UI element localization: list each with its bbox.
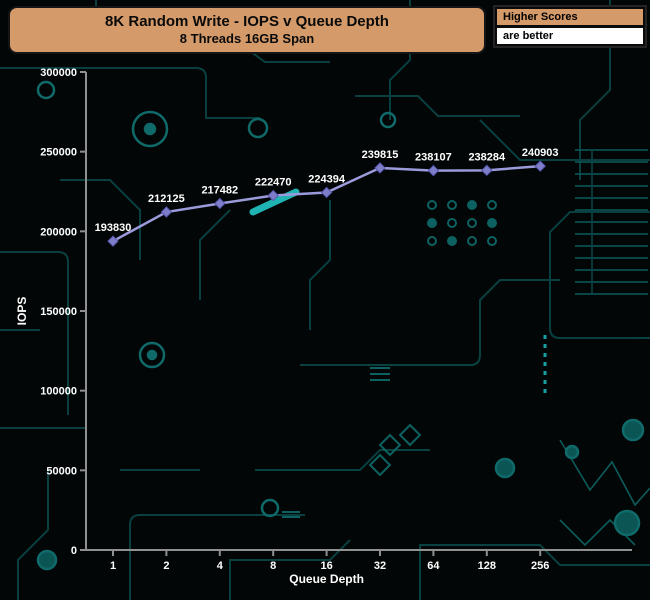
data-point-label: 212125: [148, 193, 185, 205]
y-tick-label: 150000: [40, 306, 77, 318]
iops-line-chart: 0 50000 100000 150000 200000 250000 300000 1 2 4 8…: [0, 0, 650, 600]
data-point-marker: [268, 191, 278, 201]
x-tick-label: 8: [270, 560, 276, 572]
x-tick-label: 2: [163, 560, 169, 572]
x-tick-label: 4: [217, 560, 224, 572]
data-point-label: 238107: [415, 152, 452, 164]
y-tick-label: 250000: [40, 147, 77, 159]
data-point-marker: [535, 161, 545, 171]
data-point-marker: [108, 236, 118, 246]
x-tick-label: 256: [531, 560, 549, 572]
legend-are-better: are better: [497, 28, 643, 44]
data-point-marker: [161, 207, 171, 217]
chart-subtitle: 8 Threads 16GB Span: [180, 31, 314, 47]
y-tick-label: 0: [71, 545, 77, 557]
data-point-label: 240903: [522, 147, 559, 159]
chart-page: 0 50000 100000 150000 200000 250000 300000 1 2 4 8…: [0, 0, 650, 600]
data-point-marker: [375, 163, 385, 173]
y-tick-label: 50000: [46, 465, 77, 477]
data-point-marker: [215, 198, 225, 208]
y-axis-title: IOPS: [15, 297, 29, 326]
x-tick-label: 32: [374, 560, 386, 572]
legend-box: Higher Scores are better: [493, 5, 647, 48]
chart-title: 8K Random Write - IOPS v Queue Depth: [105, 13, 389, 32]
x-tick-label: 64: [427, 560, 440, 572]
data-point-marker: [322, 187, 332, 197]
data-point-label: 193830: [95, 222, 132, 234]
data-point-label: 238284: [468, 151, 506, 163]
data-point-label: 224394: [308, 173, 346, 185]
chart-title-box: 8K Random Write - IOPS v Queue Depth 8 T…: [8, 6, 486, 54]
data-point-marker: [482, 165, 492, 175]
y-tick-label: 200000: [40, 226, 77, 238]
x-tick-label: 1: [110, 560, 116, 572]
data-point-label: 222470: [255, 177, 292, 189]
data-point-label: 217482: [201, 184, 238, 196]
legend-higher-scores: Higher Scores: [497, 9, 643, 25]
data-point-marker: [428, 166, 438, 176]
x-tick-label: 128: [478, 560, 496, 572]
x-tick-label: 16: [320, 560, 332, 572]
data-point-label: 239815: [362, 149, 399, 161]
x-axis-title: Queue Depth: [289, 572, 364, 586]
y-tick-label: 100000: [40, 386, 77, 398]
y-tick-label: 300000: [40, 67, 77, 79]
